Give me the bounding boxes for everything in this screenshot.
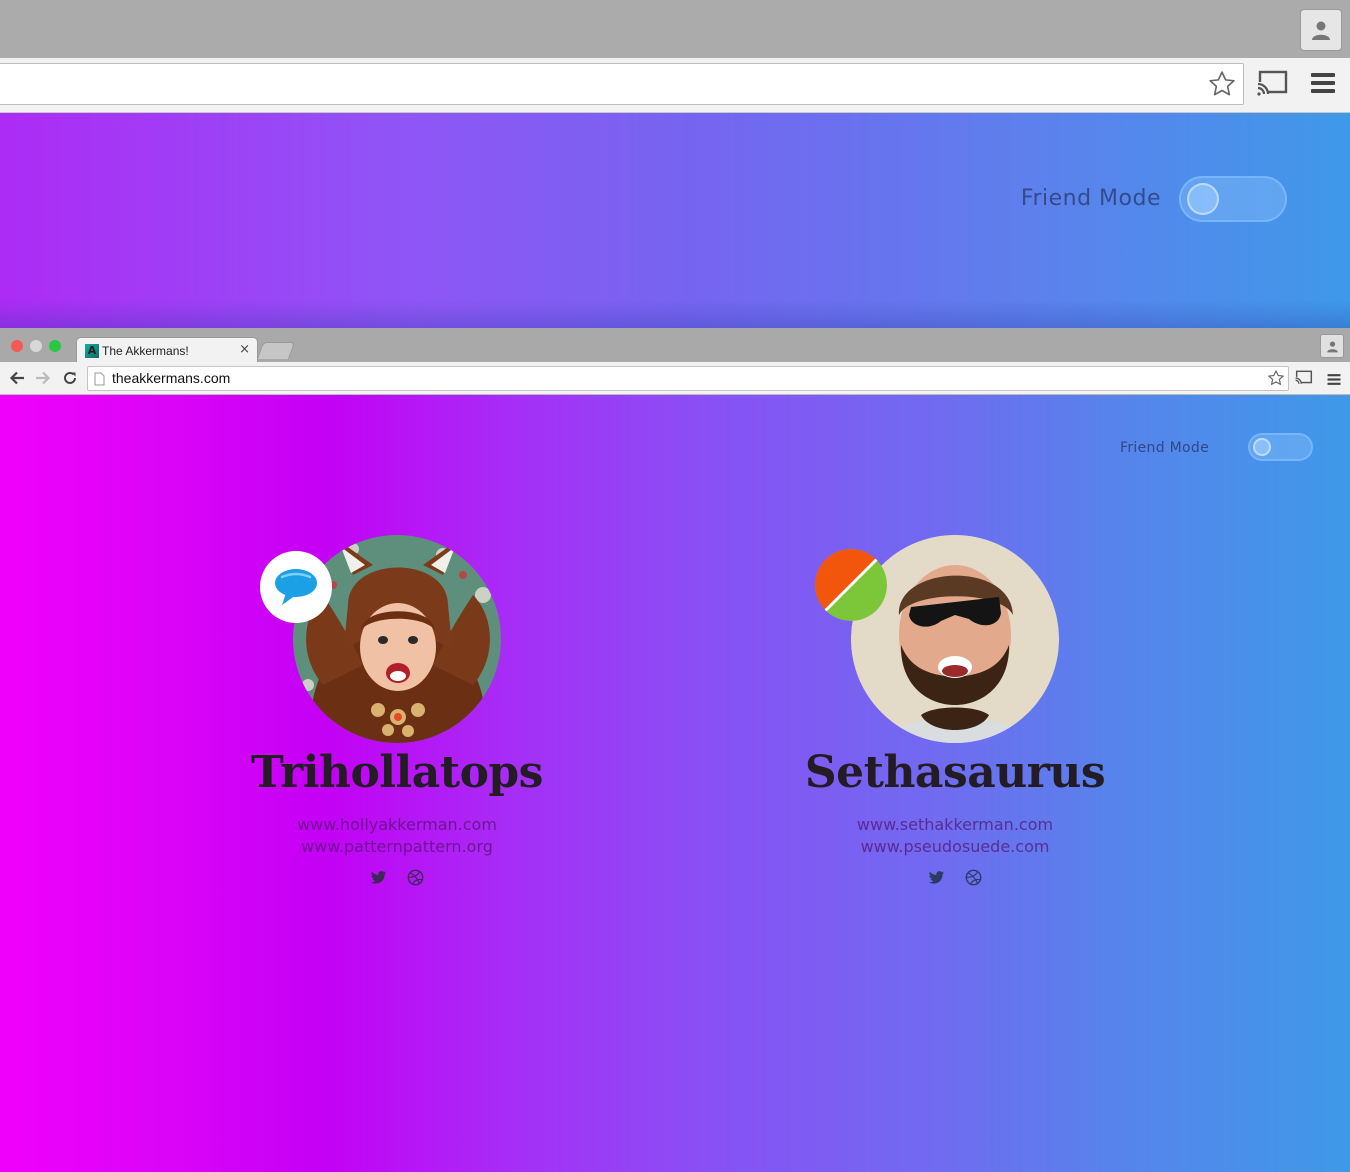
toggle-knob bbox=[1187, 183, 1219, 215]
person-icon bbox=[1326, 340, 1338, 352]
person-icon bbox=[1312, 21, 1330, 40]
friend-mode-label: Friend Mode bbox=[1120, 440, 1209, 456]
zoomed-page-content: Friend Mode bbox=[0, 113, 1350, 328]
zoomed-address-bar[interactable] bbox=[0, 63, 1244, 105]
split-circle-badge bbox=[815, 549, 887, 621]
person-name: Trihollatops bbox=[251, 747, 543, 798]
speech-bubble-icon bbox=[260, 551, 332, 623]
menu-icon[interactable] bbox=[1310, 71, 1336, 99]
person-name: Sethasaurus bbox=[804, 747, 1106, 798]
bookmark-star-icon[interactable] bbox=[1267, 369, 1285, 391]
website-link[interactable]: www.sethakkerman.com bbox=[735, 815, 1175, 834]
friend-mode-label: Friend Mode bbox=[1020, 186, 1161, 211]
new-tab-button[interactable] bbox=[256, 342, 296, 359]
profile-button[interactable] bbox=[1300, 9, 1342, 51]
twitter-icon[interactable] bbox=[370, 870, 387, 889]
browser-toolbar: theakkermans.com bbox=[0, 362, 1350, 395]
zoomed-titlebar bbox=[0, 0, 1350, 58]
toggle-knob bbox=[1253, 438, 1271, 456]
forward-arrow-icon[interactable] bbox=[35, 370, 51, 390]
website-link[interactable]: www.patternpattern.org bbox=[177, 837, 617, 856]
friend-mode-toggle[interactable] bbox=[1179, 176, 1287, 222]
tab-the-akkermans[interactable]: A The Akkermans! × bbox=[76, 337, 258, 364]
address-bar[interactable]: theakkermans.com bbox=[87, 366, 1289, 391]
split-circle-icon bbox=[815, 549, 887, 621]
bookmark-star-icon[interactable] bbox=[1207, 69, 1237, 103]
reload-icon[interactable] bbox=[62, 370, 78, 390]
url-text[interactable]: theakkermans.com bbox=[112, 370, 230, 386]
website-link[interactable]: www.pseudosuede.com bbox=[735, 837, 1175, 856]
dribbble-icon[interactable] bbox=[965, 869, 982, 890]
website-link[interactable]: www.hollyakkerman.com bbox=[177, 815, 617, 834]
speech-bubble-badge bbox=[260, 551, 332, 623]
page-icon bbox=[94, 371, 105, 390]
favicon-icon: A bbox=[85, 344, 99, 358]
back-arrow-icon[interactable] bbox=[9, 370, 25, 390]
cast-icon[interactable] bbox=[1257, 70, 1289, 100]
menu-icon[interactable] bbox=[1327, 371, 1341, 390]
profile-button-small[interactable] bbox=[1320, 334, 1344, 358]
dribbble-icon[interactable] bbox=[407, 869, 424, 890]
social-links bbox=[735, 869, 1175, 890]
minimize-window-button[interactable] bbox=[30, 340, 42, 352]
zoom-window-button[interactable] bbox=[49, 340, 61, 352]
close-window-button[interactable] bbox=[11, 340, 23, 352]
tab-close-icon[interactable]: × bbox=[239, 342, 250, 357]
tab-title: The Akkermans! bbox=[102, 344, 189, 358]
social-links bbox=[177, 869, 617, 890]
friend-mode-toggle[interactable] bbox=[1248, 433, 1313, 461]
page-content: Friend Mode Trihollatops www.hollyakkerm… bbox=[0, 395, 1350, 1172]
zoomed-toolbar bbox=[0, 58, 1350, 113]
cast-icon[interactable] bbox=[1295, 370, 1313, 389]
twitter-icon[interactable] bbox=[928, 870, 945, 889]
